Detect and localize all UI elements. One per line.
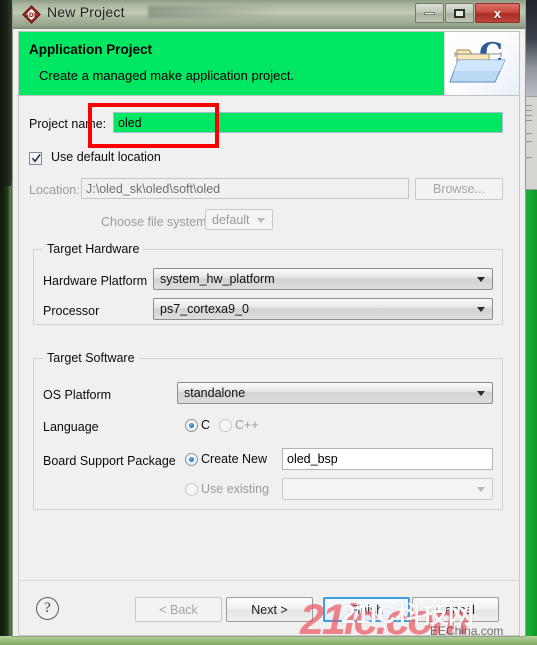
window-controls: x <box>415 3 520 23</box>
hardware-platform-select[interactable]: system_hw_platform <box>153 268 493 290</box>
location-input[interactable]: J:\oled_sk\oled\soft\oled <box>81 178 409 199</box>
browse-button[interactable]: Browse... <box>415 178 503 200</box>
chevron-down-icon <box>477 487 485 492</box>
bsp-create-new-label: Create New <box>201 452 267 466</box>
bsp-use-existing-label: Use existing <box>201 482 270 496</box>
maximize-button[interactable] <box>445 3 474 23</box>
sdk-icon: SDK <box>22 5 41 24</box>
chevron-down-icon <box>257 217 265 223</box>
language-option-c-label: C <box>201 418 211 432</box>
close-button[interactable]: x <box>475 3 520 23</box>
page-title: Application Project <box>29 42 153 57</box>
help-icon[interactable]: ? <box>36 597 59 620</box>
language-radio-c[interactable] <box>185 419 198 432</box>
maximize-icon <box>454 8 465 18</box>
chevron-down-icon <box>477 277 485 282</box>
processor-select[interactable]: ps7_cortexa9_0 <box>153 298 493 320</box>
close-icon: x <box>493 5 502 21</box>
target-software-group-label: Target Software <box>43 351 139 365</box>
chevron-down-icon <box>477 391 485 396</box>
bsp-existing-select[interactable] <box>282 478 493 500</box>
processor-label: Processor <box>43 304 100 318</box>
dialog-title: New Project <box>47 4 125 20</box>
language-radio-cpp[interactable] <box>219 419 232 432</box>
desktop-background-bottom <box>0 636 537 645</box>
dialog-header: Application Project Create a managed mak… <box>18 31 520 96</box>
desktop-background-left-top <box>0 0 12 186</box>
minimize-button[interactable] <box>415 3 444 23</box>
next-button[interactable]: Next > <box>226 597 313 622</box>
check-icon <box>31 153 41 163</box>
os-platform-label: OS Platform <box>43 388 112 402</box>
bsp-name-input[interactable]: oled_bsp <box>282 448 493 470</box>
bsp-label: Board Support Package <box>43 454 176 468</box>
bsp-radio-create-new[interactable] <box>185 453 198 466</box>
location-label: Location: <box>29 183 80 197</box>
minimize-icon <box>424 11 435 15</box>
bsp-radio-use-existing[interactable] <box>185 483 198 496</box>
os-platform-value: standalone <box>184 386 246 400</box>
language-option-cpp-label: C++ <box>235 418 259 432</box>
use-default-location-checkbox[interactable] <box>29 152 42 165</box>
c-project-folder-icon: C <box>444 32 519 95</box>
dialog-titlebar[interactable]: SDK New Project x <box>12 0 526 29</box>
svg-text:SDK: SDK <box>25 12 39 19</box>
os-platform-select[interactable]: standalone <box>177 382 493 404</box>
finish-button[interactable]: Finish <box>323 597 410 622</box>
dialog-footer: ? < Back Next > Finish Cancel <box>18 580 520 636</box>
use-default-location-label: Use default location <box>51 150 161 164</box>
file-system-select[interactable]: default <box>205 209 273 230</box>
project-name-input[interactable]: oled <box>113 112 503 133</box>
language-label: Language <box>43 420 99 434</box>
file-system-value: default <box>212 212 250 227</box>
cancel-button[interactable]: Cancel <box>412 597 499 622</box>
screen-root: SDK New Project x Application Project Cr… <box>0 0 537 645</box>
page-subtitle: Create a managed make application projec… <box>39 68 295 83</box>
choose-file-system-label: Choose file system: <box>101 215 211 229</box>
dialog-body: Project name: oled Use default location … <box>18 96 520 580</box>
back-button[interactable]: < Back <box>135 597 222 622</box>
project-name-label: Project name: <box>29 117 107 131</box>
target-hardware-group-label: Target Hardware <box>43 242 144 256</box>
hardware-platform-label: Hardware Platform <box>43 274 148 288</box>
chevron-down-icon <box>477 307 485 312</box>
hardware-platform-value: system_hw_platform <box>160 272 275 286</box>
processor-value: ps7_cortexa9_0 <box>160 302 249 316</box>
titlebar-artifact <box>148 6 278 18</box>
